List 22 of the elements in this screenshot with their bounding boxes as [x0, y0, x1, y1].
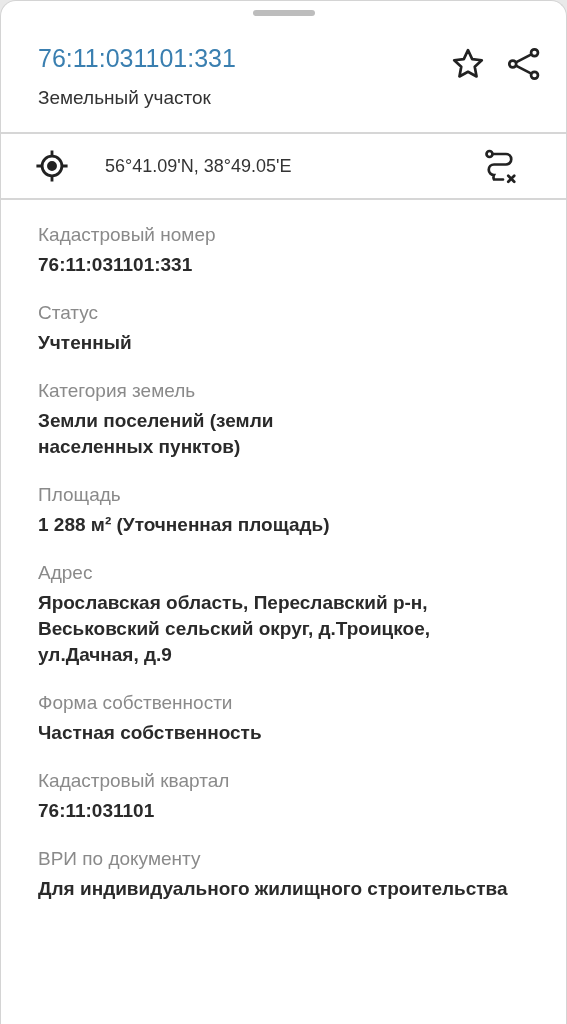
field-value: 76:11:031101:331	[38, 253, 194, 277]
field-value: Земли поселений (земли населенных пунктов)	[38, 409, 275, 459]
field-label: ВРИ по документу	[38, 847, 202, 871]
field-label: Форма собственности	[38, 691, 234, 715]
coordinates-text: 56°41.09'N, 38°49.05'E	[105, 155, 293, 177]
location-target-icon[interactable]	[35, 149, 69, 183]
field-value: Учтенный	[38, 331, 133, 355]
object-type: Земельный участок	[38, 87, 212, 109]
field-label: Кадастровый номер	[38, 223, 217, 247]
route-icon[interactable]	[482, 148, 518, 184]
field-value: Частная собственность	[38, 721, 263, 745]
field-label: Кадастровый квартал	[38, 769, 231, 793]
field-value: 76:11:031101	[38, 799, 156, 823]
field-value: 1 288 м² (Уточненная площадь)	[38, 513, 331, 537]
field-value: Ярославская область, Переславский р-н, Веськовский сельский округ, д.Троицкое, ул.Дачная, д.9	[38, 591, 431, 667]
field-label: Адрес	[38, 561, 94, 585]
field-label: Категория земель	[38, 379, 197, 403]
field-value: Для индивидуального жилищного строительства	[38, 877, 509, 901]
field-label: Площадь	[38, 483, 122, 507]
cadastral-title: 76:11:031101:331	[38, 44, 236, 73]
drag-handle[interactable]	[252, 10, 315, 16]
field-label: Статус	[38, 301, 100, 325]
